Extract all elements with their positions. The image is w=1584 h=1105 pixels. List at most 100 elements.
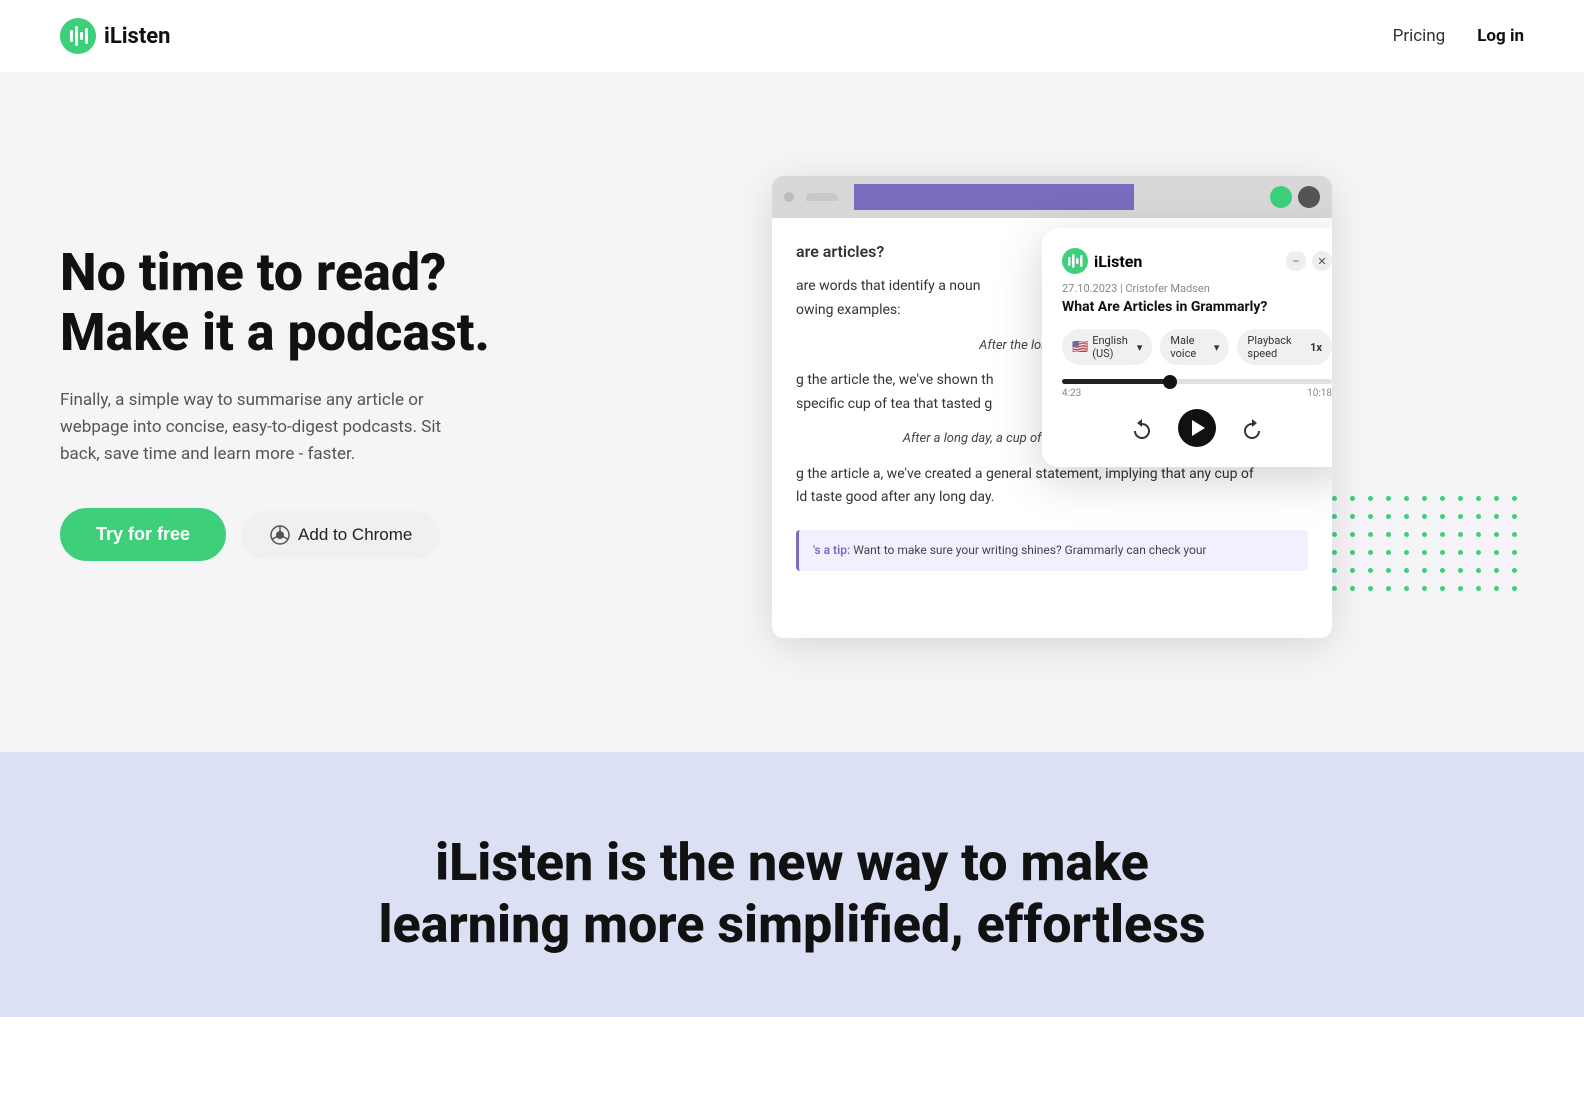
- dot: [1404, 532, 1409, 537]
- chrome-icon: [270, 525, 290, 545]
- dot: [1512, 532, 1517, 537]
- pricing-link[interactable]: Pricing: [1393, 26, 1446, 46]
- hero-right: are articles? are words that identify a …: [580, 166, 1524, 638]
- skip-back-icon: [1130, 416, 1154, 440]
- dot: [1494, 586, 1499, 591]
- dot: [1422, 550, 1427, 555]
- dot: [1440, 514, 1445, 519]
- popup-header: iListen – ✕: [1062, 248, 1332, 274]
- progress-dot: [1163, 375, 1177, 389]
- dot: [1350, 568, 1355, 573]
- dot: [1512, 514, 1517, 519]
- browser-urlbar: [854, 184, 1134, 210]
- popup-minimize[interactable]: –: [1286, 251, 1306, 271]
- dot: [1386, 532, 1391, 537]
- dot: [1458, 514, 1463, 519]
- popup-close[interactable]: ✕: [1312, 251, 1332, 271]
- popup-logo: iListen: [1062, 248, 1142, 274]
- dot: [1458, 550, 1463, 555]
- dot: [1404, 550, 1409, 555]
- dot: [1368, 532, 1373, 537]
- logo[interactable]: iListen: [60, 18, 171, 54]
- dot: [1476, 532, 1481, 537]
- hero-buttons: Try for free Add to Chrome: [60, 508, 540, 561]
- logo-icon: [60, 18, 96, 54]
- popup-playback: [1062, 409, 1332, 447]
- skip-forward-button[interactable]: [1236, 412, 1268, 444]
- popup-title: What Are Articles in Grammarly?: [1062, 299, 1332, 315]
- dot: [1332, 532, 1337, 537]
- dot: [1404, 514, 1409, 519]
- navbar: iListen Pricing Log in: [0, 0, 1584, 72]
- popup-progress: 4:23 10:18: [1062, 379, 1332, 399]
- dot: [1332, 586, 1337, 591]
- add-to-chrome-button[interactable]: Add to Chrome: [242, 511, 440, 559]
- dot: [1476, 586, 1481, 591]
- dot: [1368, 586, 1373, 591]
- speed-select[interactable]: Playback speed 1x: [1237, 329, 1332, 365]
- dot: [1494, 568, 1499, 573]
- dot: [1458, 568, 1463, 573]
- dot: [1386, 586, 1391, 591]
- login-link[interactable]: Log in: [1477, 26, 1524, 46]
- dot: [1440, 532, 1445, 537]
- language-select[interactable]: 🇺🇸 English (US) ▾: [1062, 329, 1152, 365]
- dot: [1332, 568, 1337, 573]
- dot: [1422, 586, 1427, 591]
- dot: [1494, 532, 1499, 537]
- dot: [1404, 586, 1409, 591]
- popup-logo-text: iListen: [1094, 252, 1142, 271]
- try-for-free-button[interactable]: Try for free: [60, 508, 226, 561]
- bottom-title: iListen is the new way to make learning …: [60, 832, 1524, 957]
- dot: [1512, 550, 1517, 555]
- dot: [1332, 550, 1337, 555]
- dot: [1350, 532, 1355, 537]
- dot: [1476, 496, 1481, 501]
- dot: [1422, 568, 1427, 573]
- progress-bar-fill: [1062, 379, 1170, 384]
- browser-bar: [772, 176, 1332, 218]
- dot: [1476, 514, 1481, 519]
- dot: [1386, 496, 1391, 501]
- progress-times: 4:23 10:18: [1062, 388, 1332, 399]
- dot: [1422, 532, 1427, 537]
- dot: [1350, 586, 1355, 591]
- bottom-section: iListen is the new way to make learning …: [0, 752, 1584, 1017]
- play-pause-button[interactable]: [1178, 409, 1216, 447]
- progress-bar-background[interactable]: [1062, 379, 1332, 384]
- dot: [1404, 568, 1409, 573]
- dot: [1422, 514, 1427, 519]
- dot: [1440, 496, 1445, 501]
- browser-dot-close: [784, 192, 794, 202]
- dot: [1386, 514, 1391, 519]
- dot: [1350, 514, 1355, 519]
- time-current: 4:23: [1062, 388, 1081, 399]
- dot: [1368, 514, 1373, 519]
- dot: [1368, 496, 1373, 501]
- popup-meta: 27.10.2023 | Cristofer Madsen: [1062, 282, 1332, 295]
- voice-select[interactable]: Male voice ▾: [1160, 329, 1229, 365]
- hero-left: No time to read? Make it a podcast. Fina…: [60, 243, 580, 561]
- hero-title: No time to read? Make it a podcast.: [60, 243, 540, 363]
- browser-mockup: are articles? are words that identify a …: [772, 176, 1332, 638]
- logo-text: iListen: [104, 24, 171, 49]
- popup-controls: – ✕: [1286, 251, 1332, 271]
- dot: [1512, 496, 1517, 501]
- dot: [1476, 568, 1481, 573]
- browser-tab: [806, 193, 838, 201]
- dot: [1350, 550, 1355, 555]
- dot: [1440, 550, 1445, 555]
- popup-dropdowns: 🇺🇸 English (US) ▾ Male voice ▾ Playback …: [1062, 329, 1332, 365]
- ext-icon-dark: [1298, 186, 1320, 208]
- skip-forward-icon: [1240, 416, 1264, 440]
- dot: [1368, 568, 1373, 573]
- dot: [1512, 586, 1517, 591]
- skip-back-button[interactable]: [1126, 412, 1158, 444]
- nav-right: Pricing Log in: [1393, 26, 1524, 46]
- tip-label: 's a tip:: [813, 543, 850, 557]
- tip-bar: 's a tip: Want to make sure your writing…: [796, 530, 1308, 570]
- dot: [1440, 586, 1445, 591]
- dot: [1404, 496, 1409, 501]
- dot: [1494, 550, 1499, 555]
- article-p6: ld taste good after any long day.: [796, 486, 1308, 510]
